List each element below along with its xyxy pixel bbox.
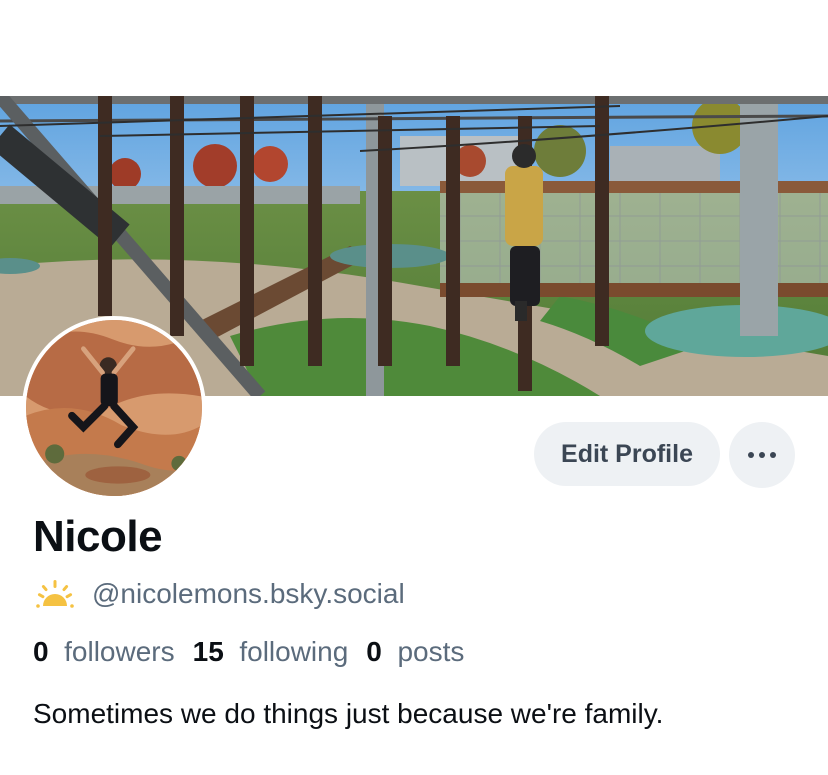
climber-figure xyxy=(505,144,543,321)
display-name: Nicole xyxy=(33,512,163,561)
profile-bio: Sometimes we do things just because we'r… xyxy=(33,698,664,729)
posts-count: 0 xyxy=(366,636,382,667)
following-count: 15 xyxy=(192,636,224,667)
following-label: following xyxy=(239,636,349,667)
handle-row: @nicolemons.bsky.social xyxy=(34,576,405,612)
followers-label: followers xyxy=(64,636,175,667)
followers-stat[interactable]: 0 followers xyxy=(33,636,175,668)
sunrise-icon xyxy=(36,580,74,608)
ellipsis-icon-dot xyxy=(770,452,776,458)
posts-stat: 0 posts xyxy=(366,636,464,668)
edit-profile-button[interactable]: Edit Profile xyxy=(534,422,720,486)
more-options-button[interactable] xyxy=(729,422,795,488)
following-stat[interactable]: 15 following xyxy=(193,636,349,668)
person-jumping-in-desert-avatar xyxy=(26,320,202,496)
profile-stats: 0 followers 15 following 0 posts xyxy=(33,636,482,668)
posts-label: posts xyxy=(397,636,465,667)
ellipsis-icon xyxy=(748,452,754,458)
ellipsis-icon-dot xyxy=(759,452,765,458)
avatar[interactable] xyxy=(22,316,206,500)
followers-count: 0 xyxy=(33,636,49,667)
handle[interactable]: @nicolemons.bsky.social xyxy=(92,578,405,610)
